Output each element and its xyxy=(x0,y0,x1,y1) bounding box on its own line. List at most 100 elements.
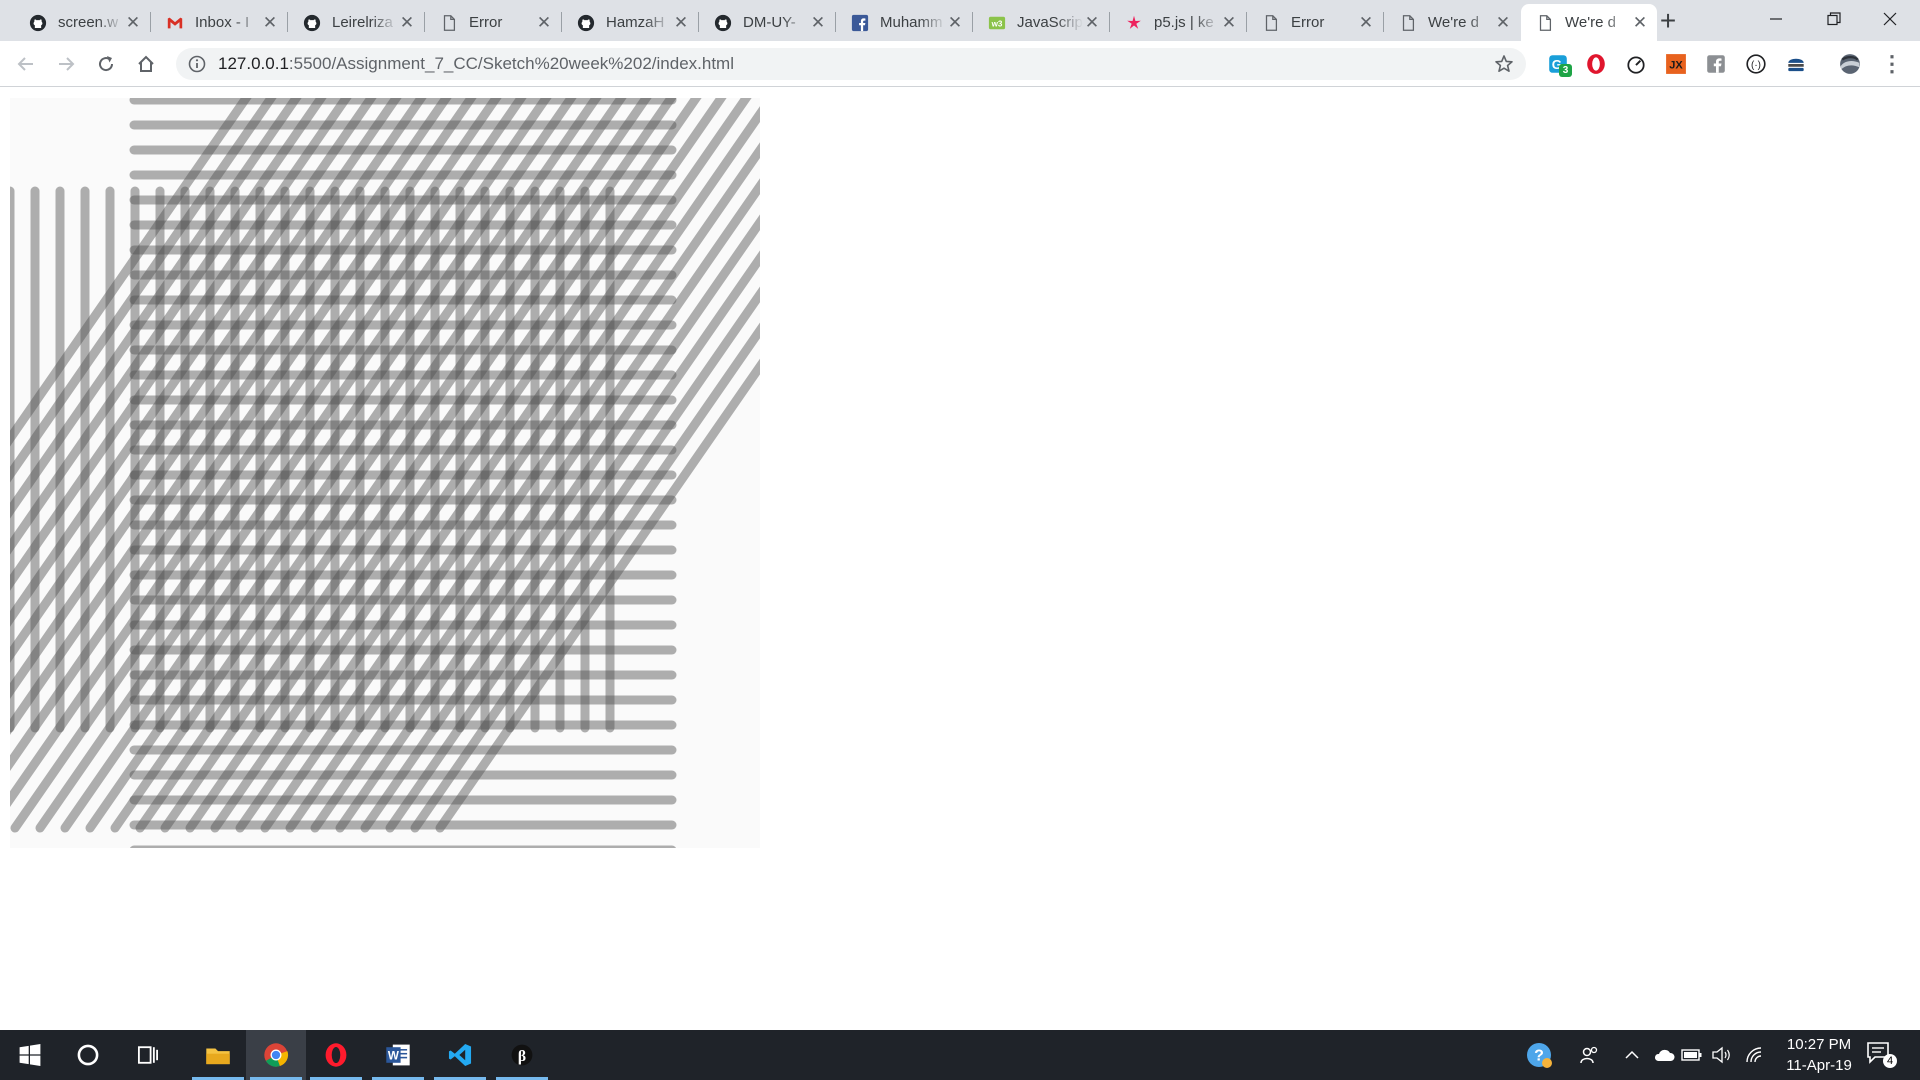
tab-title: p5.js | ke xyxy=(1154,14,1214,31)
opera-extension-icon[interactable] xyxy=(1584,52,1608,76)
svg-text:β: β xyxy=(518,1048,526,1065)
system-clock[interactable]: 10:27 PM 11-Apr-19 xyxy=(1764,1034,1874,1076)
browser-toolbar: 127.0.0.1:5500/Assignment_7_CC/Sketch%20… xyxy=(0,41,1920,87)
tab-title: We're d xyxy=(1565,14,1616,31)
battery-icon[interactable] xyxy=(1680,1043,1704,1067)
address-bar[interactable]: 127.0.0.1:5500/Assignment_7_CC/Sketch%20… xyxy=(176,48,1526,80)
tab-title: We're d xyxy=(1428,14,1479,31)
github-icon xyxy=(713,13,733,33)
tab-close-icon[interactable]: ✕ xyxy=(1083,13,1101,32)
arrow-left-icon xyxy=(17,57,33,71)
github-icon xyxy=(28,13,48,33)
browser-tab[interactable]: Error ✕ xyxy=(425,4,561,41)
back-button[interactable] xyxy=(10,48,42,80)
p5-editor-icon[interactable]: β xyxy=(492,1030,552,1080)
tab-close-icon[interactable]: ✕ xyxy=(1631,13,1649,32)
close-window-button[interactable] xyxy=(1862,0,1918,38)
browser-tab[interactable]: Muhamm ✕ xyxy=(836,4,972,41)
tab-title: DM-UY- xyxy=(743,14,796,31)
file-explorer-icon[interactable] xyxy=(188,1030,248,1080)
opera-icon[interactable] xyxy=(306,1030,366,1080)
close-icon xyxy=(1883,12,1897,26)
grammar-extension-icon[interactable]: G3 xyxy=(1546,52,1572,77)
browser-tab[interactable]: screen.w ✕ xyxy=(14,4,150,41)
extension-badge: 3 xyxy=(1559,64,1572,77)
w3schools-icon: w3 xyxy=(987,13,1007,33)
hamburger-extension-icon[interactable] xyxy=(1784,52,1808,76)
kebab-menu-icon: ⋮ xyxy=(1881,51,1903,76)
restore-button[interactable] xyxy=(1806,0,1862,38)
minimize-icon xyxy=(1770,18,1782,20)
people-icon[interactable] xyxy=(1578,1043,1602,1067)
tab-close-icon[interactable]: ✕ xyxy=(261,13,279,32)
action-center-button[interactable]: 4 xyxy=(1866,1039,1898,1071)
gmail-icon xyxy=(165,13,185,33)
jx-extension-icon[interactable]: JX xyxy=(1664,52,1688,76)
cortana-search-icon[interactable] xyxy=(58,1030,118,1080)
tab-title: Error xyxy=(469,14,503,31)
svg-text:(·): (·) xyxy=(1751,60,1761,71)
tab-close-icon[interactable]: ✕ xyxy=(398,13,416,32)
reload-button[interactable] xyxy=(90,48,122,80)
url-path: :5500/Assignment_7_CC/Sketch%20week%202/… xyxy=(288,54,734,73)
document-icon xyxy=(1261,13,1281,33)
url-text[interactable]: 127.0.0.1:5500/Assignment_7_CC/Sketch%20… xyxy=(218,54,734,74)
browser-tab[interactable]: Leirelriza ✕ xyxy=(288,4,424,41)
browser-tab[interactable]: HamzaH ✕ xyxy=(562,4,698,41)
task-view-icon[interactable] xyxy=(118,1030,178,1080)
tab-title: Error xyxy=(1291,14,1325,31)
clock-date: 11-Apr-19 xyxy=(1786,1057,1852,1074)
svg-text:JX: JX xyxy=(1669,59,1683,71)
tab-close-icon[interactable]: ✕ xyxy=(809,13,827,32)
word-icon[interactable]: W xyxy=(368,1030,428,1080)
browser-tab[interactable]: Error ✕ xyxy=(1247,4,1383,41)
help-badge-icon[interactable]: ? xyxy=(1524,1043,1554,1068)
tab-close-icon[interactable]: ✕ xyxy=(946,13,964,32)
star-icon xyxy=(1495,55,1513,72)
tab-title: HamzaH xyxy=(606,14,665,31)
tab-close-icon[interactable]: ✕ xyxy=(535,13,553,32)
p5js-asterisk-icon xyxy=(1124,13,1144,33)
tab-title: Muhamm xyxy=(880,14,943,31)
browser-tab[interactable]: DM-UY- ✕ xyxy=(699,4,835,41)
tab-close-icon[interactable]: ✕ xyxy=(1494,13,1512,32)
windows-taskbar: Wβ ? 10:27 PM 11-Apr-19 4 xyxy=(0,1030,1920,1080)
tab-close-icon[interactable]: ✕ xyxy=(1220,13,1238,32)
tab-title: Inbox - I xyxy=(195,14,250,31)
tab-title: screen.w xyxy=(58,14,119,31)
reload-icon xyxy=(99,56,114,72)
browser-tab[interactable]: We're d ✕ xyxy=(1384,4,1520,41)
facebook-grey-icon[interactable] xyxy=(1704,52,1728,76)
vscode-icon[interactable] xyxy=(430,1030,490,1080)
bookmark-star-button[interactable] xyxy=(1492,52,1516,76)
browser-tab[interactable]: Inbox - I ✕ xyxy=(151,4,287,41)
code-brackets-icon[interactable]: (·) xyxy=(1744,52,1768,76)
document-icon xyxy=(1535,13,1555,33)
tab-close-icon[interactable]: ✕ xyxy=(1357,13,1375,32)
home-icon xyxy=(138,55,154,72)
browser-tab[interactable]: We're d ✕ xyxy=(1521,4,1657,41)
tab-close-icon[interactable]: ✕ xyxy=(124,13,142,32)
chevron-up-icon[interactable] xyxy=(1620,1043,1644,1067)
profile-avatar-icon[interactable] xyxy=(1838,52,1862,76)
browser-menu-button[interactable]: ⋮ xyxy=(1880,51,1904,76)
home-button[interactable] xyxy=(130,48,162,80)
speed-dial-icon[interactable] xyxy=(1624,52,1648,76)
document-icon xyxy=(1398,13,1418,33)
minimize-button[interactable] xyxy=(1748,0,1804,38)
tab-close-icon[interactable]: ✕ xyxy=(672,13,690,32)
volume-icon[interactable] xyxy=(1710,1043,1734,1067)
browser-tab[interactable]: w3 JavaScrip ✕ xyxy=(973,4,1109,41)
github-icon xyxy=(302,13,322,33)
facebook-icon xyxy=(850,13,870,33)
onedrive-cloud-icon[interactable] xyxy=(1652,1043,1676,1067)
forward-button[interactable] xyxy=(50,48,82,80)
chrome-icon[interactable] xyxy=(246,1030,306,1080)
browser-tab[interactable]: p5.js | ke ✕ xyxy=(1110,4,1246,41)
wifi-icon[interactable] xyxy=(1742,1043,1766,1067)
new-tab-button[interactable]: + xyxy=(1652,5,1684,37)
url-host: 127.0.0.1 xyxy=(218,54,289,73)
start-windows-icon[interactable] xyxy=(0,1030,60,1080)
notification-count-badge: 4 xyxy=(1883,1054,1897,1068)
site-info-icon[interactable] xyxy=(186,53,208,75)
